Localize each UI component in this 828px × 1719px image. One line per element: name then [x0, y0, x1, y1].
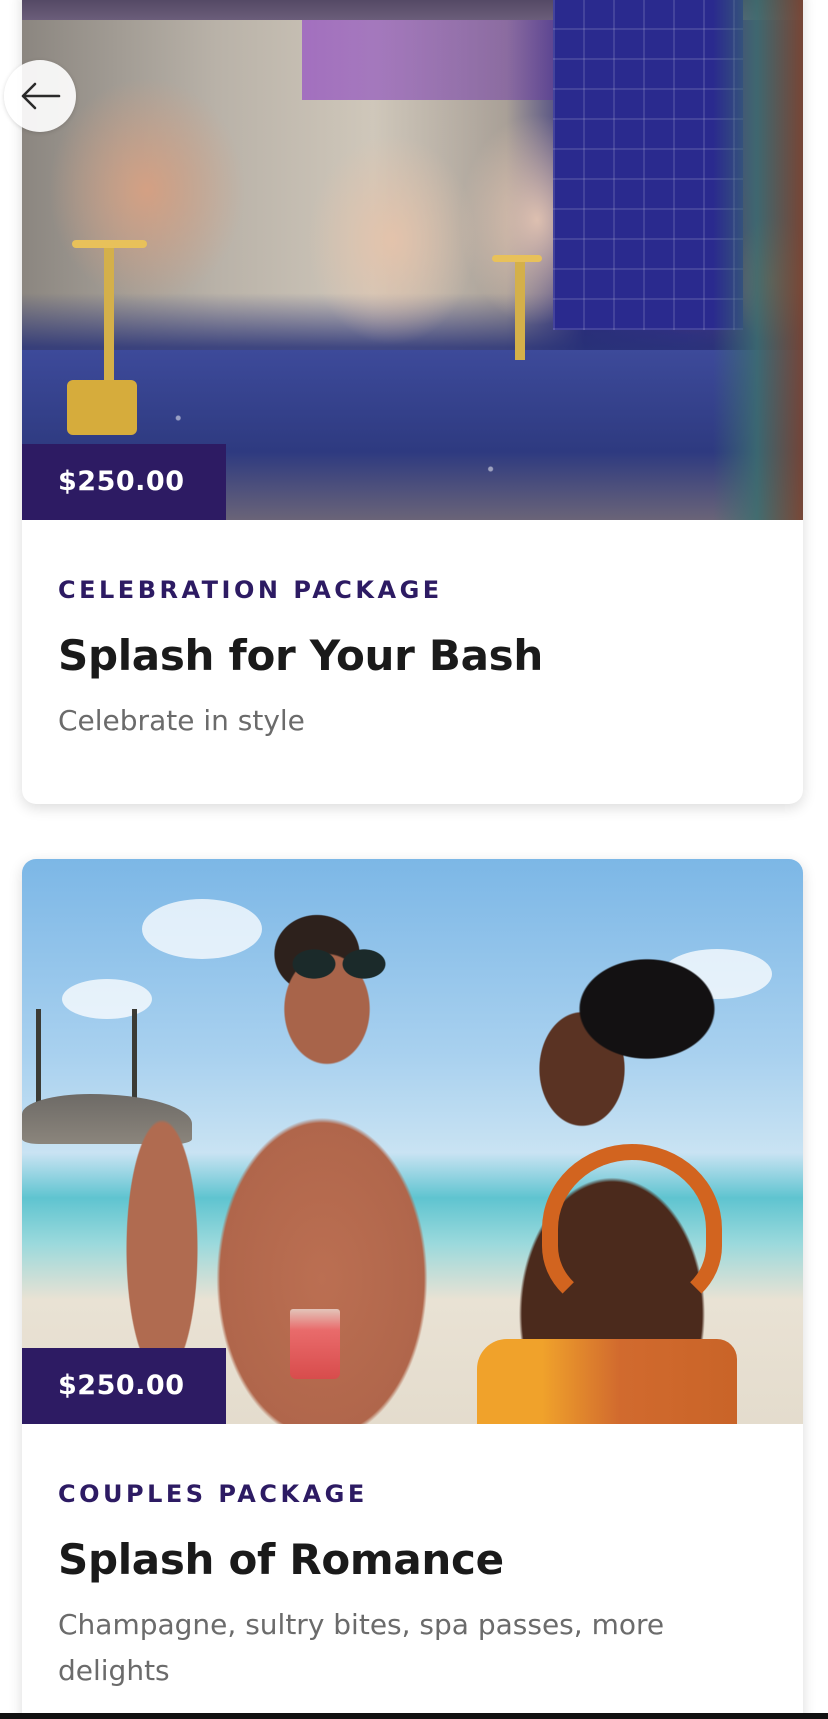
couple-beach-image	[22, 859, 803, 1424]
back-button[interactable]	[4, 60, 76, 132]
price-badge: $250.00	[22, 1348, 226, 1424]
package-card-celebration[interactable]: $250.00 CELEBRATION PACKAGE Splash for Y…	[22, 0, 803, 804]
group-toasting-image	[22, 0, 803, 520]
package-card-couples[interactable]: $250.00 COUPLES PACKAGE Splash of Romanc…	[22, 859, 803, 1719]
package-info: COUPLES PACKAGE Splash of Romance Champa…	[22, 1424, 803, 1694]
package-description: Champagne, sultry bites, spa passes, mor…	[58, 1608, 665, 1687]
package-category: CELEBRATION PACKAGE	[58, 576, 443, 604]
package-image-couples: $250.00	[22, 859, 803, 1424]
package-image-celebration: $250.00	[22, 0, 803, 520]
package-info: CELEBRATION PACKAGE Splash for Your Bash…	[22, 520, 803, 744]
package-title: Splash for Your Bash	[58, 631, 543, 680]
price-badge: $250.00	[22, 444, 226, 520]
arrow-left-icon	[19, 81, 61, 111]
bottom-edge	[0, 1713, 828, 1719]
package-description: Celebrate in style	[58, 704, 305, 737]
packages-page: $250.00 CELEBRATION PACKAGE Splash for Y…	[0, 0, 828, 1719]
package-title: Splash of Romance	[58, 1535, 504, 1584]
package-category: COUPLES PACKAGE	[58, 1480, 368, 1508]
